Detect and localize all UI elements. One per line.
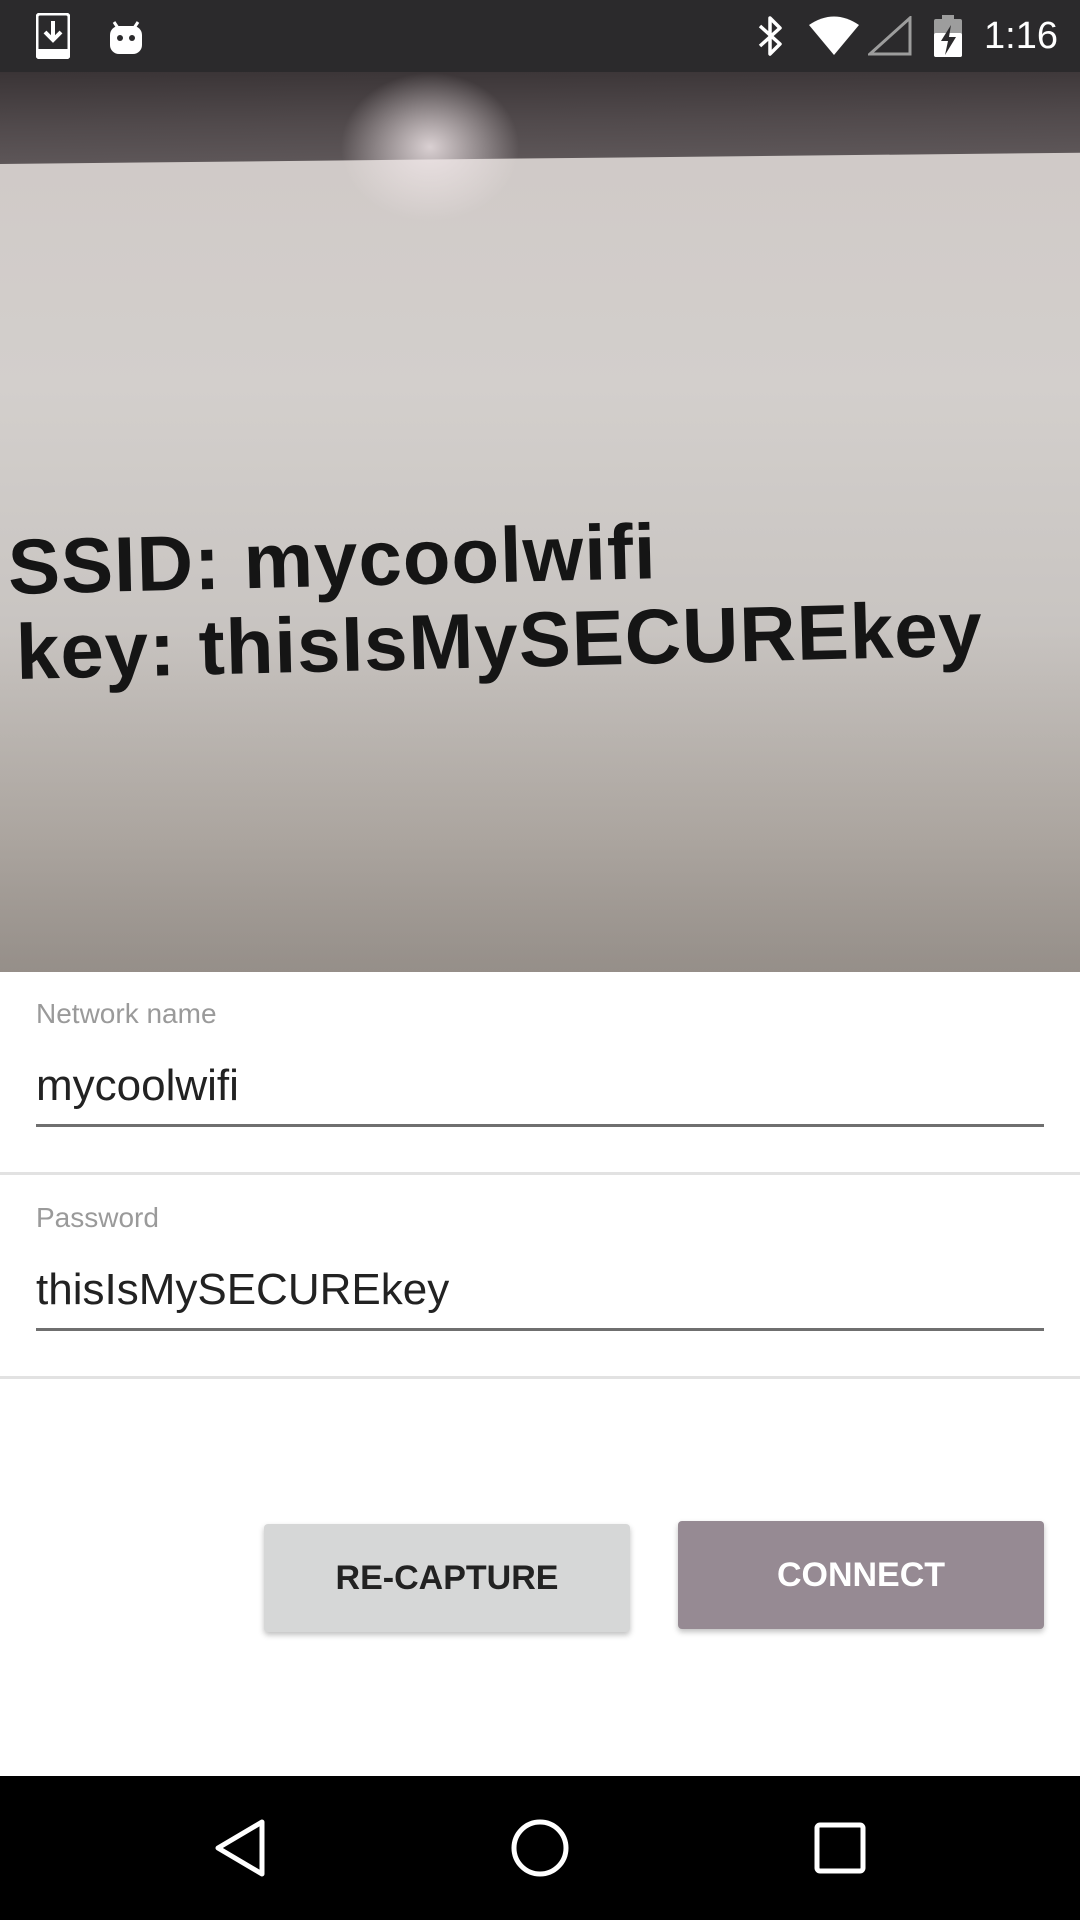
network-name-field: Network name mycoolwifi xyxy=(36,998,1044,1127)
home-icon[interactable] xyxy=(480,1776,600,1920)
network-name-label: Network name xyxy=(36,998,217,1029)
connect-button[interactable]: CONNECT xyxy=(678,1521,1044,1629)
password-label: Password xyxy=(36,1202,159,1233)
recapture-button[interactable]: RE-CAPTURE xyxy=(264,1524,630,1632)
bluetooth-icon xyxy=(756,0,786,72)
credentials-form: Network name mycoolwifi Password thisIsM… xyxy=(0,972,1080,1776)
recents-icon[interactable] xyxy=(780,1776,900,1920)
password-field: Password thisIsMySECUREkey xyxy=(36,1202,1044,1331)
clock: 1:16 xyxy=(984,15,1058,57)
divider xyxy=(0,1376,1080,1379)
divider xyxy=(0,1172,1080,1175)
wifi-icon xyxy=(808,0,860,72)
password-input[interactable]: thisIsMySECUREkey xyxy=(36,1260,1044,1331)
photo-background-edge xyxy=(0,72,1080,165)
captured-photo: SSID: mycoolwifi key: thisIsMySECUREkey xyxy=(0,72,1080,972)
back-icon[interactable] xyxy=(180,1776,300,1920)
cell-signal-icon xyxy=(868,0,912,72)
navigation-bar xyxy=(0,1776,1080,1920)
download-icon xyxy=(36,0,70,72)
photo-glare xyxy=(340,72,520,222)
network-name-input[interactable]: mycoolwifi xyxy=(36,1056,1044,1127)
status-bar: 1:16 xyxy=(0,0,1080,72)
android-icon xyxy=(106,0,146,72)
battery-charging-icon xyxy=(932,0,964,72)
